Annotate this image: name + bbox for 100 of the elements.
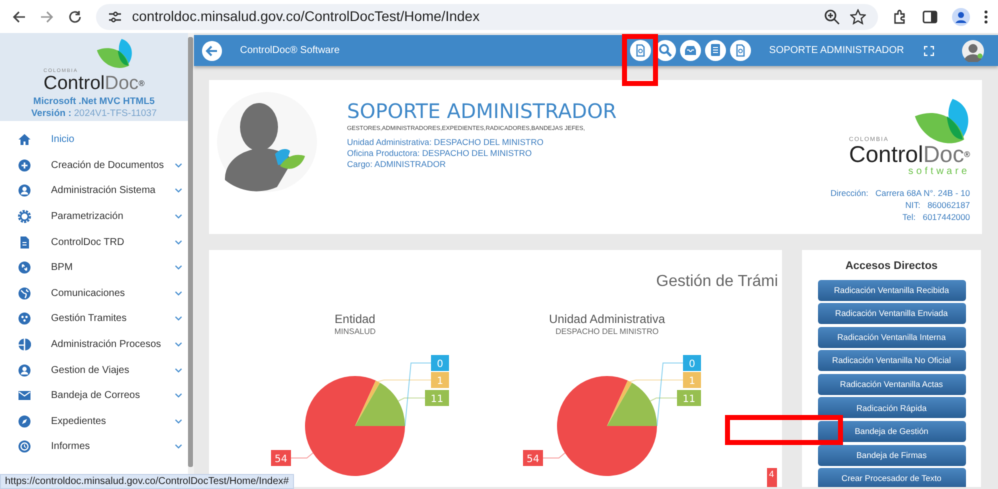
data-label: 1 <box>688 376 696 387</box>
sidebar-item[interactable]: BPM <box>0 254 188 281</box>
envelope-icon <box>18 389 31 402</box>
data-label: 54 <box>274 454 288 465</box>
chevron-icon[interactable] <box>175 393 182 398</box>
chevron-icon[interactable] <box>175 418 182 424</box>
data-label: 11 <box>425 390 449 406</box>
site-settings-icon[interactable] <box>108 10 122 22</box>
contact-line: NIT: 860062187 <box>904 199 970 212</box>
shortcut-button[interactable]: Bandeja de Gestión <box>818 421 966 442</box>
chart-title: Entidad <box>334 312 376 326</box>
sidebar-item[interactable]: Bandeja de Correos <box>0 382 188 409</box>
scrollbar-thumb[interactable] <box>188 37 193 467</box>
user-name: SOPORTE ADMINISTRADOR <box>347 100 617 122</box>
card-title: Accesos Directos <box>845 259 938 274</box>
logo-icon <box>95 37 133 70</box>
data-label: 11 <box>430 394 444 405</box>
sidebar-item[interactable]: Creación de Documentos <box>0 152 188 178</box>
contact-line: Tel: 6017442000 <box>901 211 970 224</box>
shortcut-button[interactable]: Radicación Ventanilla Interna <box>818 326 966 348</box>
contact-line: Dirección: Carrera 68A N°. 24B - 10 <box>830 187 970 200</box>
section-title: Gestión de Trámi <box>655 272 779 292</box>
chevron-icon[interactable] <box>175 265 182 270</box>
chevron-icon[interactable] <box>175 240 182 245</box>
sidebar-item[interactable]: Administración Sistema <box>0 178 188 204</box>
document-search-icon[interactable] <box>730 40 752 61</box>
status-url: https://controldoc.minsalud.gov.co/ControlDocTest/Home/Index# <box>0 474 294 489</box>
logo-text: ControlDoc® <box>849 143 970 166</box>
version-text: Versión : 2024V1-TFS-11037 <box>31 108 157 120</box>
shortcut-button[interactable]: Radicación Ventanilla No Oficial <box>818 350 966 372</box>
document-icon <box>18 236 31 249</box>
compass-icon <box>18 414 31 428</box>
chevron-icon[interactable] <box>175 316 182 322</box>
chevron-icon[interactable] <box>175 368 182 373</box>
side-panel-icon[interactable] <box>922 8 938 24</box>
sidebar-item[interactable]: Informes <box>0 434 188 460</box>
leader-line <box>290 452 314 458</box>
zoom-icon[interactable] <box>824 8 840 24</box>
reload-icon[interactable] <box>68 10 82 24</box>
profile-detail: Cargo: ADMINISTRADOR <box>347 159 447 170</box>
sync-icon <box>18 261 31 274</box>
data-label: 4 <box>767 468 777 487</box>
user-name[interactable]: SOPORTE ADMINISTRADOR <box>769 43 904 58</box>
menu-icon[interactable] <box>984 10 988 24</box>
back-icon[interactable] <box>12 10 26 24</box>
inbox-icon[interactable] <box>680 40 702 61</box>
document-icon[interactable] <box>705 40 726 61</box>
shortcut-button[interactable]: Radicación Ventanilla Enviada <box>818 303 966 324</box>
shortcut-button[interactable]: Bandeja de Firmas <box>818 444 966 466</box>
user-icon <box>18 184 31 198</box>
data-label: 1 <box>436 376 444 387</box>
sidebar-item[interactable]: Administración Procesos <box>0 332 188 358</box>
data-label: 1 <box>431 372 449 388</box>
sidebar-item[interactable]: Comunicaciones <box>0 280 188 306</box>
sidebar-item[interactable]: Gestión Tramites <box>0 306 188 332</box>
chevron-icon[interactable] <box>175 290 182 296</box>
sidebar-item[interactable]: Expedientes <box>0 408 188 434</box>
data-label: 11 <box>677 390 701 406</box>
gear-icon <box>18 210 31 224</box>
address-bar[interactable]: controldoc.minsalud.gov.co/ControlDocTest/Home/Index <box>96 4 878 30</box>
star-icon[interactable] <box>850 8 866 24</box>
search-icon[interactable] <box>655 40 676 61</box>
data-label: 11 <box>682 394 696 405</box>
chevron-icon[interactable] <box>175 162 182 168</box>
chevron-icon[interactable] <box>175 342 182 348</box>
profile-icon[interactable] <box>952 8 970 26</box>
shortcut-button[interactable]: Radicación Ventanilla Recibida <box>818 280 966 300</box>
clock-icon <box>18 440 31 454</box>
back-button[interactable] <box>202 40 222 60</box>
logo-tagline: software <box>907 166 970 178</box>
chevron-icon[interactable] <box>175 188 182 194</box>
forward-icon[interactable] <box>40 10 54 24</box>
chevron-icon[interactable] <box>175 214 182 220</box>
user-icon <box>18 364 31 377</box>
profile-detail: Oficina Productora: DESPACHO DEL MINISTRO <box>347 148 533 159</box>
chevron-icon[interactable] <box>175 444 182 450</box>
sidebar-item[interactable]: Inicio <box>0 127 188 153</box>
data-label: 0 <box>431 355 449 371</box>
avatar-icon[interactable] <box>962 40 984 62</box>
shortcut-button[interactable]: Radicación Ventanilla Actas <box>818 374 966 395</box>
fullscreen-icon[interactable] <box>924 46 934 56</box>
shortcut-button[interactable]: Crear Procesador de Texto <box>818 468 966 487</box>
chart-title: Unidad Administrativa <box>548 312 666 326</box>
sidebar-item[interactable]: Parametrización <box>0 204 188 230</box>
sidebar-item[interactable]: ControlDoc TRD <box>0 229 188 255</box>
globe-icon <box>18 286 31 300</box>
document-search-icon[interactable] <box>630 40 652 61</box>
url-text: controldoc.minsalud.gov.co/ControlDocTest/Home/Index <box>132 7 480 26</box>
shortcut-button[interactable]: Radicación Rápida <box>818 397 966 418</box>
leader-line <box>542 452 566 458</box>
profile-detail: Unidad Administrativa: DESPACHO DEL MINISTRO <box>347 137 545 148</box>
data-label: 54 <box>523 450 543 466</box>
chart-subtitle: DESPACHO DEL MINISTRO <box>555 326 659 337</box>
data-label: 1 <box>683 372 701 388</box>
sidebar-item[interactable]: Gestion de Viajes <box>0 357 188 383</box>
logo-text: ControlDoc® <box>44 74 144 94</box>
company-logo-icon <box>912 96 970 146</box>
chart-subtitle: MINSALUD <box>334 326 376 337</box>
data-label: 54 <box>271 450 291 466</box>
app-title: ControlDoc® Software <box>240 44 341 58</box>
